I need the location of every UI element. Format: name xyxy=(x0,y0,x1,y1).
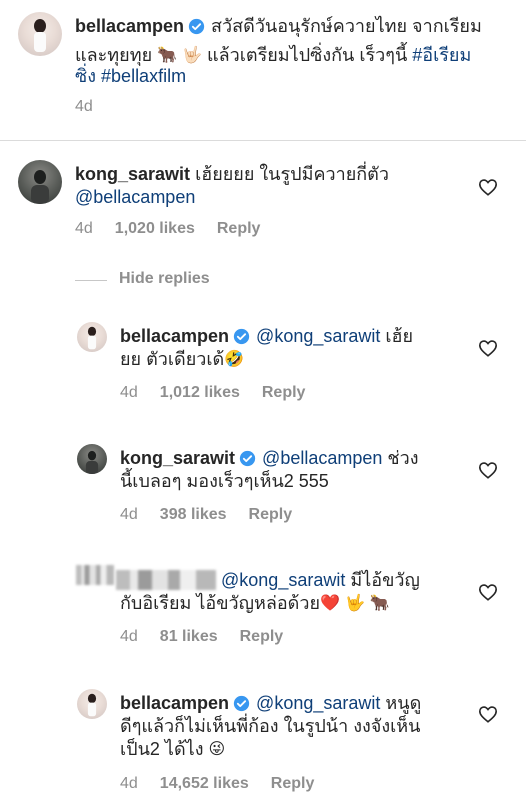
likes-count[interactable]: 398 likes xyxy=(160,506,227,523)
verified-badge-icon xyxy=(233,328,250,345)
avatar[interactable] xyxy=(18,160,62,204)
reply-button[interactable]: Reply xyxy=(217,220,261,237)
timestamp: 4d xyxy=(75,98,93,115)
reply-text: เฮ้ย xyxy=(385,326,414,346)
like-heart-icon[interactable] xyxy=(478,339,498,357)
hide-replies-label: Hide replies xyxy=(119,270,210,287)
reply-meta: 4d 14,652 likes Reply xyxy=(120,775,336,793)
mention-link[interactable]: @kong_sarawit xyxy=(256,326,380,346)
reply-button[interactable]: Reply xyxy=(262,384,306,401)
verified-badge-icon xyxy=(188,18,205,35)
ox-emoji-icon: 🐂 xyxy=(369,595,390,612)
caption-text: สวัสดีวันอนุรักษ์ควายไทย จากเรียม xyxy=(211,16,482,36)
reply-line-3: เป็น2 ได้ไง 😜 xyxy=(120,735,225,764)
mention-link[interactable]: @kong_sarawit xyxy=(256,693,380,713)
post-caption-line-3: ซิ่ง #bellaxfilm xyxy=(75,62,186,91)
verified-badge-icon xyxy=(239,450,256,467)
likes-count[interactable]: 14,652 likes xyxy=(160,775,249,792)
comment-username[interactable]: kong_sarawit xyxy=(75,164,190,184)
reply-text: กับอิเรียม ไอ้ขวัญหล่อด้วย xyxy=(120,593,321,613)
reply-meta: 4d 81 likes Reply xyxy=(120,628,305,646)
like-heart-icon[interactable] xyxy=(478,583,498,601)
comment-text: เฮ้ยยยย ในรูปมีควายกี่ตัว xyxy=(195,164,389,184)
blurred-avatar xyxy=(76,565,114,585)
reply-line-2: นี้เบลอๆ มองเร็วๆเห็น2 555 xyxy=(120,467,329,496)
reply-text: หนูดู xyxy=(385,693,422,713)
reply-button[interactable]: Reply xyxy=(249,506,293,523)
timestamp: 4d xyxy=(120,506,138,523)
verified-badge-icon xyxy=(233,695,250,712)
reply-meta: 4d 398 likes Reply xyxy=(120,506,314,524)
reply-username[interactable]: kong_sarawit xyxy=(120,448,235,468)
likes-count[interactable]: 1,020 likes xyxy=(115,220,195,237)
mention-link[interactable]: @bellacampen xyxy=(75,187,195,207)
avatar[interactable] xyxy=(77,444,107,474)
reply-username[interactable]: bellacampen xyxy=(120,326,229,346)
reply-text: ยย ตัวเดียวเด้ xyxy=(120,349,225,369)
hide-replies-line xyxy=(75,280,107,281)
reply-text: นี้เบลอๆ มองเร็วๆเห็น2 555 xyxy=(120,471,329,491)
comment-line-2: @bellacampen xyxy=(75,183,195,212)
reply-button[interactable]: Reply xyxy=(240,628,284,645)
hashtag-link[interactable]: #อีเรียม xyxy=(412,45,471,65)
mention-link[interactable]: @kong_sarawit xyxy=(221,570,345,590)
reply-meta: 4d 1,012 likes Reply xyxy=(120,384,327,402)
timestamp: 4d xyxy=(120,775,138,792)
timestamp: 4d xyxy=(75,220,93,237)
post-time: 4d xyxy=(75,98,115,116)
reply-text: ดีๆแล้วก็ไม่เห็นพี่ก้อง ในรูปน้า งงจังเห… xyxy=(120,716,421,736)
avatar-photo xyxy=(87,326,97,350)
reply-button[interactable]: Reply xyxy=(271,775,315,792)
hide-replies-button[interactable]: Hide replies xyxy=(119,270,232,288)
avatar[interactable] xyxy=(18,12,62,56)
reply-line-2: กับอิเรียม ไอ้ขวัญหล่อด้วย❤️ 🤟 🐂 xyxy=(120,589,390,618)
timestamp: 4d xyxy=(120,384,138,401)
reply-line-2: ยย ตัวเดียวเด้🤣 xyxy=(120,345,244,374)
hashtag-link[interactable]: ซิ่ง xyxy=(75,66,96,86)
likes-count[interactable]: 81 likes xyxy=(160,628,218,645)
likes-count[interactable]: 1,012 likes xyxy=(160,384,240,401)
reply-text: เป็น2 ได้ไง xyxy=(120,739,204,759)
divider xyxy=(0,140,526,141)
caption-text: แล้วเตรียมไปซิ่งกัน เร็วๆนี้ xyxy=(207,45,408,65)
post-username[interactable]: bellacampen xyxy=(75,16,184,36)
rofl-emoji-icon: 🤣 xyxy=(224,351,245,368)
like-heart-icon[interactable] xyxy=(478,178,498,196)
mention-link[interactable]: @bellacampen xyxy=(262,448,382,468)
winking-tongue-emoji-icon: 😜 xyxy=(208,741,226,758)
like-heart-icon[interactable] xyxy=(478,461,498,479)
avatar-photo xyxy=(34,19,46,52)
avatar[interactable] xyxy=(77,322,107,352)
post-caption-line-1: bellacampen สวัสดีวันอนุรักษ์ควายไทย จากเ… xyxy=(75,12,482,41)
rock-hand-emoji-icon: 🤟 xyxy=(344,595,365,612)
avatar-photo xyxy=(31,170,49,204)
avatar-photo xyxy=(85,450,99,474)
reply-text: มีไอ้ขวัญ xyxy=(350,570,420,590)
comment-meta: 4d 1,020 likes Reply xyxy=(75,220,282,238)
avatar-photo xyxy=(87,693,97,717)
avatar[interactable] xyxy=(77,689,107,719)
reply-username[interactable]: bellacampen xyxy=(120,693,229,713)
like-heart-icon[interactable] xyxy=(478,705,498,723)
timestamp: 4d xyxy=(120,628,138,645)
blurred-username xyxy=(116,570,216,590)
hashtag-link[interactable]: #bellaxfilm xyxy=(101,66,186,86)
reply-text: ช่วง xyxy=(387,448,419,468)
red-heart-emoji-icon: ❤️ xyxy=(320,595,340,612)
